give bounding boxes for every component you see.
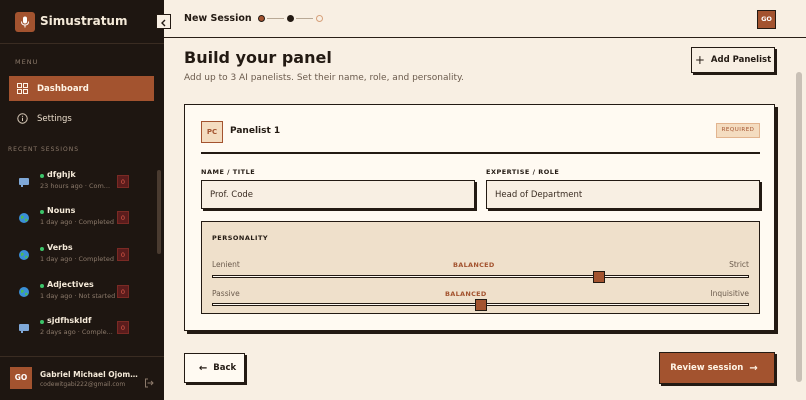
required-badge: REQUIRED [716, 123, 760, 138]
status-dot [40, 210, 44, 214]
strictness-slider-track[interactable] [212, 275, 749, 278]
recent-sessions-label: RECENT SESSIONS [8, 146, 80, 153]
session-meta: 1 day ago · Completed [40, 218, 114, 226]
session-title: Adjectives [47, 280, 94, 289]
step-indicator-2 [287, 15, 294, 22]
session-count-badge: 0 [117, 321, 129, 334]
panelist-card: PC Panelist 1 REQUIRED NAME / TITLE EXPE… [184, 104, 775, 331]
personality-label: PERSONALITY [212, 234, 269, 242]
review-session-button[interactable]: Review session → [659, 352, 775, 384]
session-item-verbs[interactable]: Verbs 1 day ago · Completed 0 [18, 243, 130, 273]
sidebar-item-label: Settings [37, 113, 72, 124]
sidebar-item-dashboard[interactable]: Dashboard [9, 76, 154, 101]
user-name: Gabriel Michael Ojomak... [40, 370, 138, 379]
session-title: sjdfhskldf [47, 316, 92, 325]
slider-right-label: Inquisitive [710, 289, 749, 298]
session-count-badge: 0 [117, 285, 129, 298]
session-title: Verbs [47, 243, 73, 252]
review-label: Review session [670, 363, 744, 373]
session-title: Nouns [47, 206, 76, 215]
chevron-left-icon [160, 12, 167, 31]
microphone-icon [15, 12, 35, 32]
slider-left-label: Lenient [212, 260, 240, 269]
session-meta: 23 hours ago · Com... [40, 182, 111, 190]
slider-left-label: Passive [212, 289, 240, 298]
slider-right-label: Strict [729, 260, 749, 269]
name-field-label: NAME / TITLE [201, 168, 256, 176]
grid-icon [17, 83, 28, 94]
status-dot [40, 247, 44, 251]
page-subtitle: Add up to 3 AI panelists. Set their name… [184, 73, 464, 83]
status-dot [40, 174, 44, 178]
sidebar: Simustratum MENU Dashboard Settings RECE… [0, 0, 164, 400]
arrow-right-icon: → [749, 362, 758, 374]
step-indicator-3 [316, 15, 323, 22]
inquisitiveness-slider-handle[interactable] [474, 299, 487, 311]
sidebar-scrollbar[interactable] [157, 170, 161, 254]
session-meta: 1 day ago · Not started [40, 292, 116, 300]
plus-icon: + [694, 53, 705, 67]
main-scrollbar[interactable] [796, 72, 802, 382]
slider-mid-label: BALANCED [453, 261, 495, 269]
slider-mid-label: BALANCED [445, 290, 487, 298]
role-field[interactable] [486, 180, 760, 209]
divider [201, 152, 760, 154]
brand-header: Simustratum [0, 0, 164, 44]
globe-icon [18, 286, 30, 298]
avatar[interactable]: GO [757, 10, 776, 29]
add-panelist-button[interactable]: + Add Panelist [691, 47, 775, 73]
panelist-avatar: PC [201, 121, 223, 143]
session-meta: 2 days ago · Comple... [40, 328, 113, 336]
info-icon [17, 113, 28, 124]
name-field[interactable] [201, 180, 475, 209]
session-count-badge: 0 [117, 248, 129, 261]
avatar: GO [10, 367, 32, 389]
status-dot [40, 284, 44, 288]
add-panelist-label: Add Panelist [710, 55, 772, 65]
user-profile[interactable]: GO Gabriel Michael Ojomak... codewitgabi… [0, 356, 164, 400]
top-bar: New Session GO [164, 0, 806, 38]
session-item-dfghjk[interactable]: dfghjk 23 hours ago · Com... 0 [18, 170, 130, 200]
session-item-adjectives[interactable]: Adjectives 1 day ago · Not started 0 [18, 280, 130, 310]
personality-section: PERSONALITY Lenient BALANCED Strict Pass… [201, 221, 760, 314]
step-connector [267, 18, 284, 19]
app-name: Simustratum [40, 14, 128, 28]
session-item-sjdfhskldf[interactable]: sjdfhskldf 2 days ago · Comple... 0 [18, 316, 130, 346]
chat-icon [18, 322, 30, 334]
menu-section-label: MENU [15, 58, 39, 66]
back-label: Back [213, 363, 237, 373]
step-indicator-1 [258, 15, 265, 22]
globe-icon [18, 212, 30, 224]
status-dot [40, 320, 44, 324]
session-count-badge: 0 [117, 211, 129, 224]
globe-icon [18, 249, 30, 261]
session-title: dfghjk [47, 170, 76, 179]
session-meta: 1 day ago · Completed [40, 255, 114, 263]
role-field-label: EXPERTISE / ROLE [486, 168, 560, 176]
logout-icon[interactable] [144, 373, 154, 388]
step-connector [296, 18, 313, 19]
sidebar-item-label: Dashboard [37, 83, 89, 94]
strictness-slider-handle[interactable] [592, 271, 605, 283]
page-title: Build your panel [184, 48, 332, 67]
arrow-left-icon: ← [198, 362, 208, 374]
back-button[interactable]: ← Back [184, 353, 245, 383]
panelist-heading: Panelist 1 [230, 126, 281, 136]
collapse-sidebar-button[interactable] [156, 14, 171, 29]
step-progress [258, 14, 328, 24]
chat-icon [18, 176, 30, 188]
session-item-nouns[interactable]: Nouns 1 day ago · Completed 0 [18, 206, 130, 236]
user-email: codewitgabi222@gmail.com [40, 381, 126, 388]
sidebar-item-settings[interactable]: Settings [9, 106, 154, 131]
page-header-title: New Session [184, 13, 252, 24]
session-count-badge: 0 [117, 175, 129, 188]
